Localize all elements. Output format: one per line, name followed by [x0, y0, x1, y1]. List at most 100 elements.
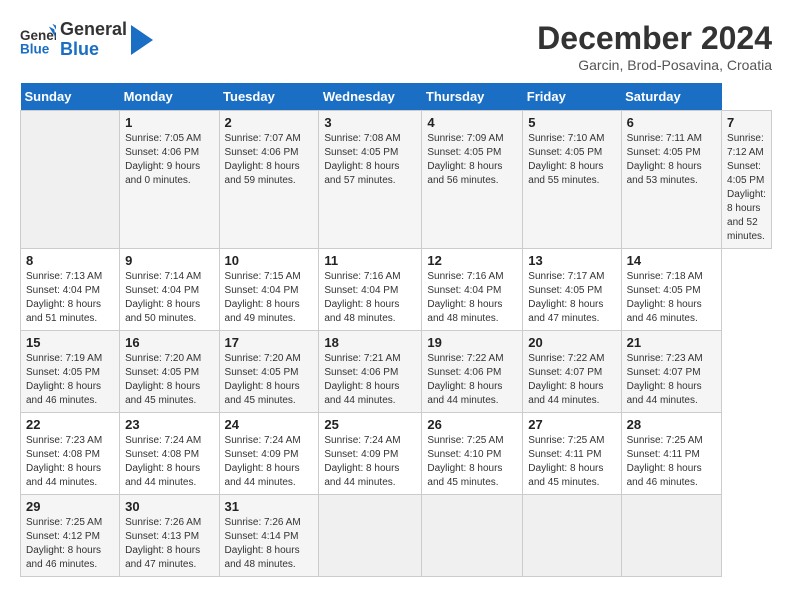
day-number: 15: [26, 335, 114, 350]
day-info: Sunrise: 7:25 AMSunset: 4:11 PMDaylight:…: [528, 435, 604, 488]
day-info: Sunrise: 7:16 AMSunset: 4:04 PMDaylight:…: [324, 271, 400, 324]
calendar-cell: 21 Sunrise: 7:23 AMSunset: 4:07 PMDaylig…: [621, 331, 721, 413]
day-number: 4: [427, 115, 517, 130]
calendar-cell: 6 Sunrise: 7:11 AMSunset: 4:05 PMDayligh…: [621, 111, 721, 249]
day-info: Sunrise: 7:15 AMSunset: 4:04 PMDaylight:…: [225, 271, 301, 324]
calendar-cell: 1 Sunrise: 7:05 AMSunset: 4:06 PMDayligh…: [120, 111, 219, 249]
calendar-cell: 19 Sunrise: 7:22 AMSunset: 4:06 PMDaylig…: [422, 331, 523, 413]
day-number: 28: [627, 417, 716, 432]
day-number: 11: [324, 253, 416, 268]
day-info: Sunrise: 7:13 AMSunset: 4:04 PMDaylight:…: [26, 271, 102, 324]
day-number: 7: [727, 115, 766, 130]
day-info: Sunrise: 7:23 AMSunset: 4:08 PMDaylight:…: [26, 435, 102, 488]
day-number: 19: [427, 335, 517, 350]
day-info: Sunrise: 7:20 AMSunset: 4:05 PMDaylight:…: [225, 353, 301, 406]
calendar-cell: [21, 111, 120, 249]
logo-arrow-icon: [131, 25, 153, 55]
col-header-thursday: Thursday: [422, 83, 523, 111]
day-number: 12: [427, 253, 517, 268]
day-info: Sunrise: 7:21 AMSunset: 4:06 PMDaylight:…: [324, 353, 400, 406]
col-header-tuesday: Tuesday: [219, 83, 319, 111]
day-number: 10: [225, 253, 314, 268]
day-info: Sunrise: 7:16 AMSunset: 4:04 PMDaylight:…: [427, 271, 503, 324]
calendar-cell: 22 Sunrise: 7:23 AMSunset: 4:08 PMDaylig…: [21, 413, 120, 495]
day-number: 25: [324, 417, 416, 432]
calendar-cell: 5 Sunrise: 7:10 AMSunset: 4:05 PMDayligh…: [523, 111, 621, 249]
logo-icon: General Blue: [20, 22, 56, 58]
calendar-cell: 30 Sunrise: 7:26 AMSunset: 4:13 PMDaylig…: [120, 495, 219, 577]
calendar-table: SundayMondayTuesdayWednesdayThursdayFrid…: [20, 83, 772, 577]
day-info: Sunrise: 7:07 AMSunset: 4:06 PMDaylight:…: [225, 133, 301, 186]
day-number: 23: [125, 417, 213, 432]
svg-text:Blue: Blue: [20, 41, 50, 56]
calendar-cell: 16 Sunrise: 7:20 AMSunset: 4:05 PMDaylig…: [120, 331, 219, 413]
calendar-cell: 13 Sunrise: 7:17 AMSunset: 4:05 PMDaylig…: [523, 249, 621, 331]
col-header-sunday: Sunday: [21, 83, 120, 111]
calendar-cell: 27 Sunrise: 7:25 AMSunset: 4:11 PMDaylig…: [523, 413, 621, 495]
day-number: 17: [225, 335, 314, 350]
day-number: 30: [125, 499, 213, 514]
day-info: Sunrise: 7:10 AMSunset: 4:05 PMDaylight:…: [528, 133, 604, 186]
day-info: Sunrise: 7:18 AMSunset: 4:05 PMDaylight:…: [627, 271, 703, 324]
calendar-cell: [422, 495, 523, 577]
logo-general-text: General: [60, 20, 127, 40]
day-info: Sunrise: 7:08 AMSunset: 4:05 PMDaylight:…: [324, 133, 400, 186]
day-info: Sunrise: 7:20 AMSunset: 4:05 PMDaylight:…: [125, 353, 201, 406]
day-number: 13: [528, 253, 615, 268]
day-info: Sunrise: 7:25 AMSunset: 4:10 PMDaylight:…: [427, 435, 503, 488]
calendar-cell: 23 Sunrise: 7:24 AMSunset: 4:08 PMDaylig…: [120, 413, 219, 495]
day-info: Sunrise: 7:22 AMSunset: 4:07 PMDaylight:…: [528, 353, 604, 406]
calendar-cell: 8 Sunrise: 7:13 AMSunset: 4:04 PMDayligh…: [21, 249, 120, 331]
calendar-cell: 2 Sunrise: 7:07 AMSunset: 4:06 PMDayligh…: [219, 111, 319, 249]
day-info: Sunrise: 7:24 AMSunset: 4:09 PMDaylight:…: [225, 435, 301, 488]
day-info: Sunrise: 7:26 AMSunset: 4:14 PMDaylight:…: [225, 517, 301, 570]
day-number: 5: [528, 115, 615, 130]
calendar-week-row: 15 Sunrise: 7:19 AMSunset: 4:05 PMDaylig…: [21, 331, 772, 413]
day-number: 29: [26, 499, 114, 514]
calendar-cell: 3 Sunrise: 7:08 AMSunset: 4:05 PMDayligh…: [319, 111, 422, 249]
day-info: Sunrise: 7:25 AMSunset: 4:11 PMDaylight:…: [627, 435, 703, 488]
day-number: 3: [324, 115, 416, 130]
calendar-week-row: 29 Sunrise: 7:25 AMSunset: 4:12 PMDaylig…: [21, 495, 772, 577]
day-info: Sunrise: 7:19 AMSunset: 4:05 PMDaylight:…: [26, 353, 102, 406]
day-info: Sunrise: 7:12 AMSunset: 4:05 PMDaylight:…: [727, 133, 766, 242]
calendar-cell: 31 Sunrise: 7:26 AMSunset: 4:14 PMDaylig…: [219, 495, 319, 577]
day-number: 31: [225, 499, 314, 514]
logo-blue-text: Blue: [60, 40, 127, 60]
logo: General Blue General Blue: [20, 20, 153, 60]
calendar-cell: [523, 495, 621, 577]
day-number: 16: [125, 335, 213, 350]
day-number: 22: [26, 417, 114, 432]
location-subtitle: Garcin, Brod-Posavina, Croatia: [537, 57, 772, 73]
day-info: Sunrise: 7:24 AMSunset: 4:09 PMDaylight:…: [324, 435, 400, 488]
calendar-cell: 29 Sunrise: 7:25 AMSunset: 4:12 PMDaylig…: [21, 495, 120, 577]
col-header-saturday: Saturday: [621, 83, 721, 111]
day-info: Sunrise: 7:26 AMSunset: 4:13 PMDaylight:…: [125, 517, 201, 570]
day-number: 1: [125, 115, 213, 130]
calendar-cell: 28 Sunrise: 7:25 AMSunset: 4:11 PMDaylig…: [621, 413, 721, 495]
day-number: 20: [528, 335, 615, 350]
day-info: Sunrise: 7:22 AMSunset: 4:06 PMDaylight:…: [427, 353, 503, 406]
col-header-friday: Friday: [523, 83, 621, 111]
day-number: 8: [26, 253, 114, 268]
calendar-cell: 11 Sunrise: 7:16 AMSunset: 4:04 PMDaylig…: [319, 249, 422, 331]
day-number: 6: [627, 115, 716, 130]
calendar-week-row: 22 Sunrise: 7:23 AMSunset: 4:08 PMDaylig…: [21, 413, 772, 495]
page-header: General Blue General Blue December 2024 …: [20, 20, 772, 73]
calendar-cell: 26 Sunrise: 7:25 AMSunset: 4:10 PMDaylig…: [422, 413, 523, 495]
calendar-cell: 20 Sunrise: 7:22 AMSunset: 4:07 PMDaylig…: [523, 331, 621, 413]
calendar-cell: 24 Sunrise: 7:24 AMSunset: 4:09 PMDaylig…: [219, 413, 319, 495]
day-number: 18: [324, 335, 416, 350]
col-header-monday: Monday: [120, 83, 219, 111]
calendar-cell: 15 Sunrise: 7:19 AMSunset: 4:05 PMDaylig…: [21, 331, 120, 413]
day-info: Sunrise: 7:23 AMSunset: 4:07 PMDaylight:…: [627, 353, 703, 406]
calendar-cell: 9 Sunrise: 7:14 AMSunset: 4:04 PMDayligh…: [120, 249, 219, 331]
day-number: 27: [528, 417, 615, 432]
calendar-week-row: 1 Sunrise: 7:05 AMSunset: 4:06 PMDayligh…: [21, 111, 772, 249]
day-info: Sunrise: 7:25 AMSunset: 4:12 PMDaylight:…: [26, 517, 102, 570]
calendar-cell: 12 Sunrise: 7:16 AMSunset: 4:04 PMDaylig…: [422, 249, 523, 331]
day-number: 9: [125, 253, 213, 268]
calendar-cell: 7 Sunrise: 7:12 AMSunset: 4:05 PMDayligh…: [722, 111, 772, 249]
calendar-cell: 18 Sunrise: 7:21 AMSunset: 4:06 PMDaylig…: [319, 331, 422, 413]
calendar-cell: [319, 495, 422, 577]
